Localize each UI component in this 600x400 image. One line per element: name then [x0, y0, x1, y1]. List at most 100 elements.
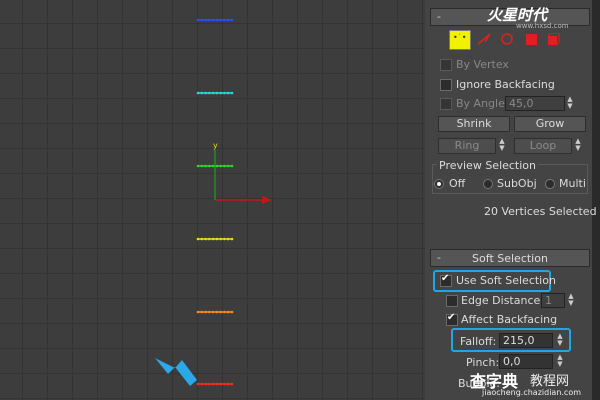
watermark-bottom-url: jiaocheng.chazidian.com — [482, 388, 582, 397]
border-icon — [501, 33, 513, 45]
watermark-bottom-sub: 教程网 — [530, 374, 570, 389]
preview-multi-radio[interactable] — [545, 179, 555, 189]
mesh-vertex — [223, 18, 226, 22]
use-soft-selection-checkbox[interactable] — [440, 273, 452, 287]
mesh-vertex — [230, 310, 234, 314]
mesh-vertex — [230, 18, 234, 22]
viewport[interactable]: y — [0, 0, 425, 400]
mesh-vertex — [226, 18, 230, 22]
preview-off-radio[interactable] — [434, 179, 444, 189]
preview-subobj-radio[interactable] — [483, 179, 493, 189]
mesh-vertex — [230, 164, 234, 168]
by-vertex-checkbox[interactable] — [440, 59, 452, 71]
mesh-vertex — [204, 237, 207, 241]
falloff-spinner[interactable]: ▲ ▼ — [556, 333, 564, 348]
mesh-vertex — [204, 382, 207, 386]
mesh-vertex — [230, 91, 234, 95]
mesh-vertex — [196, 164, 200, 168]
affect-backfacing-checkbox[interactable] — [446, 312, 458, 326]
ignore-backfacing-checkbox[interactable] — [440, 79, 452, 91]
svg-text:y: y — [213, 141, 218, 150]
mesh-vertex — [211, 164, 215, 168]
mesh-vertex — [211, 18, 215, 22]
panel-scrollbar[interactable] — [592, 0, 600, 400]
mesh-wireframe: y — [155, 18, 272, 386]
mesh-vertex — [230, 237, 234, 241]
by-vertex-label: By Vertex — [456, 58, 509, 71]
mesh-vertex — [215, 237, 219, 241]
vertex-mode-button[interactable]: •˙• — [449, 30, 471, 50]
polygon-mode-button[interactable] — [526, 34, 537, 45]
mesh-vertex — [204, 91, 207, 95]
shrink-button[interactable]: Shrink — [438, 116, 510, 132]
mesh-vertex — [226, 164, 230, 168]
mesh-vertex — [196, 310, 200, 314]
border-mode-button[interactable] — [500, 32, 514, 49]
mesh-vertex — [226, 91, 230, 95]
soft-selection-rollout-header[interactable]: - Soft Selection — [430, 249, 590, 267]
mesh-vertex — [226, 310, 230, 314]
watermark-url: www.hxsd.com — [516, 22, 569, 30]
ring-spinner[interactable]: ▲ ▼ — [498, 138, 506, 153]
affect-backfacing-label: Affect Backfacing — [461, 313, 558, 326]
mesh-vertex — [208, 237, 211, 241]
edge-distance-label: Edge Distance: — [461, 294, 544, 307]
mesh-vertex — [204, 164, 207, 168]
grow-button[interactable]: Grow — [514, 116, 586, 132]
edge-icon — [477, 33, 491, 45]
ring-button[interactable]: Ring — [438, 138, 496, 154]
mesh-vertex — [215, 164, 219, 168]
mesh-vertex — [208, 382, 211, 386]
mesh-vertex — [215, 18, 219, 22]
soft-selection-title: Soft Selection — [472, 252, 548, 265]
mesh-vertex — [219, 237, 222, 241]
mesh-vertex — [200, 91, 204, 95]
mesh-vertex — [211, 237, 215, 241]
preview-off-label: Off — [449, 177, 466, 190]
mesh-vertex — [200, 164, 204, 168]
mesh-vertex — [219, 91, 222, 95]
mesh-vertex — [219, 382, 222, 386]
mesh-vertex — [226, 382, 230, 386]
loop-button[interactable]: Loop — [514, 138, 572, 154]
mesh-vertex — [223, 237, 226, 241]
mesh-vertex — [226, 237, 230, 241]
by-angle-spinner[interactable]: ▲ ▼ — [566, 96, 574, 111]
element-mode-button[interactable] — [546, 32, 560, 50]
mesh-vertex — [211, 382, 215, 386]
mesh-vertex — [200, 310, 204, 314]
mesh-vertex — [230, 382, 234, 386]
pinch-input[interactable]: 0,0 — [499, 354, 553, 369]
mesh-vertex — [223, 382, 226, 386]
mesh-vertex — [196, 237, 200, 241]
vertex-icon: •˙• — [453, 33, 467, 42]
gizmo-x-arrow — [262, 196, 272, 204]
edge-distance-checkbox[interactable] — [446, 295, 458, 307]
mesh-vertex — [196, 382, 200, 386]
ignore-backfacing-label: Ignore Backfacing — [456, 78, 555, 91]
element-icon — [547, 32, 560, 46]
mesh-vertex — [215, 310, 219, 314]
loop-spinner[interactable]: ▲ ▼ — [574, 138, 582, 153]
preview-multi-label: Multi — [559, 177, 586, 190]
mesh-vertex — [211, 310, 215, 314]
mesh-vertex — [219, 310, 222, 314]
by-angle-checkbox[interactable] — [440, 98, 452, 110]
falloff-input[interactable]: 215,0 — [499, 333, 553, 348]
by-angle-label: By Angle: — [456, 97, 509, 110]
mesh-vertex — [223, 310, 226, 314]
falloff-label: Falloff: — [460, 335, 497, 348]
mesh-vertex — [204, 18, 207, 22]
mesh-vertex — [204, 310, 207, 314]
by-angle-input[interactable]: 45,0 — [505, 96, 565, 111]
edge-distance-spinner[interactable]: ▲ ▼ — [567, 293, 575, 308]
selection-status-text: 20 Vertices Selected — [484, 205, 597, 218]
mesh-vertex — [215, 382, 219, 386]
edge-distance-input[interactable]: 1 — [541, 293, 565, 308]
edge-mode-button[interactable] — [476, 32, 494, 49]
mesh-vertex — [200, 18, 204, 22]
blue-pointer-arrow — [155, 358, 197, 386]
preview-selection-title: Preview Selection — [437, 159, 539, 172]
mesh-vertex — [208, 164, 211, 168]
pinch-spinner[interactable]: ▲ ▼ — [556, 354, 564, 369]
